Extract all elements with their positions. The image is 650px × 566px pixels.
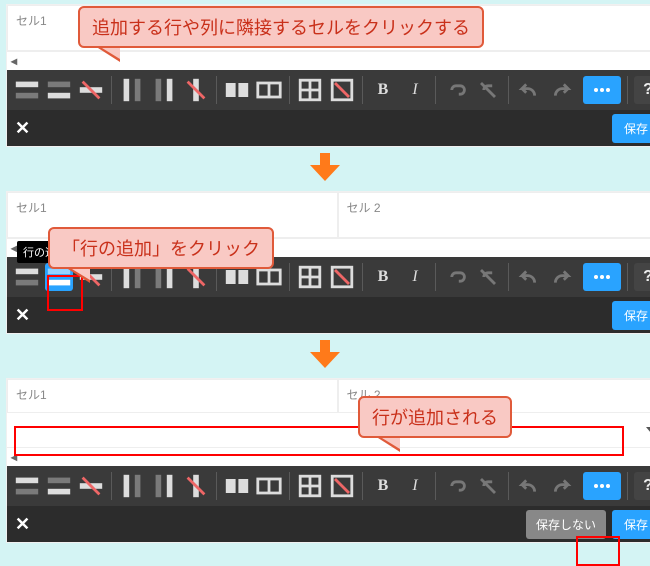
close-button[interactable]: ✕: [15, 306, 30, 324]
table-toolbar: B I ?: [7, 70, 650, 110]
table-toolbar: B I ?: [7, 466, 650, 506]
callout-step2: 「行の追加」をクリック: [48, 227, 274, 269]
table-insert-button[interactable]: [296, 472, 324, 500]
undo-button[interactable]: [515, 472, 543, 500]
italic-button[interactable]: I: [401, 263, 429, 291]
close-button[interactable]: ✕: [15, 119, 30, 137]
italic-button[interactable]: I: [401, 76, 429, 104]
help-button[interactable]: ?: [634, 76, 650, 104]
help-button[interactable]: ?: [634, 263, 650, 291]
row-delete-button[interactable]: [77, 472, 105, 500]
col-delete-button[interactable]: [182, 472, 210, 500]
more-button[interactable]: [583, 263, 621, 291]
table-insert-button[interactable]: [296, 76, 324, 104]
callout-step3: 行が追加される: [358, 396, 512, 438]
redo-button[interactable]: [547, 472, 575, 500]
table-insert-button[interactable]: [296, 263, 324, 291]
italic-button[interactable]: I: [401, 472, 429, 500]
more-button[interactable]: [583, 472, 621, 500]
save-button[interactable]: 保存: [612, 510, 650, 539]
arrow-down-icon: [0, 340, 650, 368]
merge-cells-button[interactable]: [223, 76, 251, 104]
unlink-button[interactable]: [474, 472, 502, 500]
new-row[interactable]: [13, 417, 650, 443]
nosave-button[interactable]: 保存しない: [526, 510, 606, 539]
link-button[interactable]: [442, 472, 470, 500]
row-insert-after-button[interactable]: [45, 472, 73, 500]
col-delete-button[interactable]: [182, 76, 210, 104]
callout-step1: 追加する行や列に隣接するセルをクリックする: [78, 6, 484, 48]
merge-cells-button[interactable]: [223, 472, 251, 500]
unlink-button[interactable]: [474, 263, 502, 291]
redo-button[interactable]: [547, 263, 575, 291]
row-insert-before-button[interactable]: [13, 76, 41, 104]
more-button[interactable]: [583, 76, 621, 104]
dropdown-icon[interactable]: [646, 427, 650, 433]
editor-panel: セル1 セル 2 ◂▸ B I ? ✕ 保存しない 保存: [6, 378, 650, 543]
split-cells-button[interactable]: [255, 472, 283, 500]
row-insert-before-button[interactable]: [13, 472, 41, 500]
redo-button[interactable]: [547, 76, 575, 104]
save-button[interactable]: 保存: [612, 114, 650, 143]
bold-button[interactable]: B: [369, 472, 397, 500]
unlink-button[interactable]: [474, 76, 502, 104]
table-cell-2[interactable]: セル 2: [338, 192, 650, 238]
bold-button[interactable]: B: [369, 76, 397, 104]
table-delete-button[interactable]: [328, 472, 356, 500]
bold-button[interactable]: B: [369, 263, 397, 291]
col-insert-after-button[interactable]: [150, 76, 178, 104]
horizontal-scrollbar[interactable]: ◂▸: [7, 447, 650, 466]
row-insert-before-button[interactable]: [13, 263, 41, 291]
col-insert-after-button[interactable]: [150, 472, 178, 500]
save-button[interactable]: 保存: [612, 301, 650, 330]
row-insert-after-button[interactable]: [45, 76, 73, 104]
arrow-down-icon: [0, 153, 650, 181]
help-button[interactable]: ?: [634, 472, 650, 500]
table-delete-button[interactable]: [328, 76, 356, 104]
link-button[interactable]: [442, 76, 470, 104]
table-cell-1[interactable]: セル1: [7, 379, 338, 413]
col-insert-before-button[interactable]: [118, 472, 146, 500]
undo-button[interactable]: [515, 76, 543, 104]
undo-button[interactable]: [515, 263, 543, 291]
col-insert-before-button[interactable]: [118, 76, 146, 104]
link-button[interactable]: [442, 263, 470, 291]
close-button[interactable]: ✕: [15, 515, 30, 533]
split-cells-button[interactable]: [255, 76, 283, 104]
row-delete-button[interactable]: [77, 76, 105, 104]
table-delete-button[interactable]: [328, 263, 356, 291]
